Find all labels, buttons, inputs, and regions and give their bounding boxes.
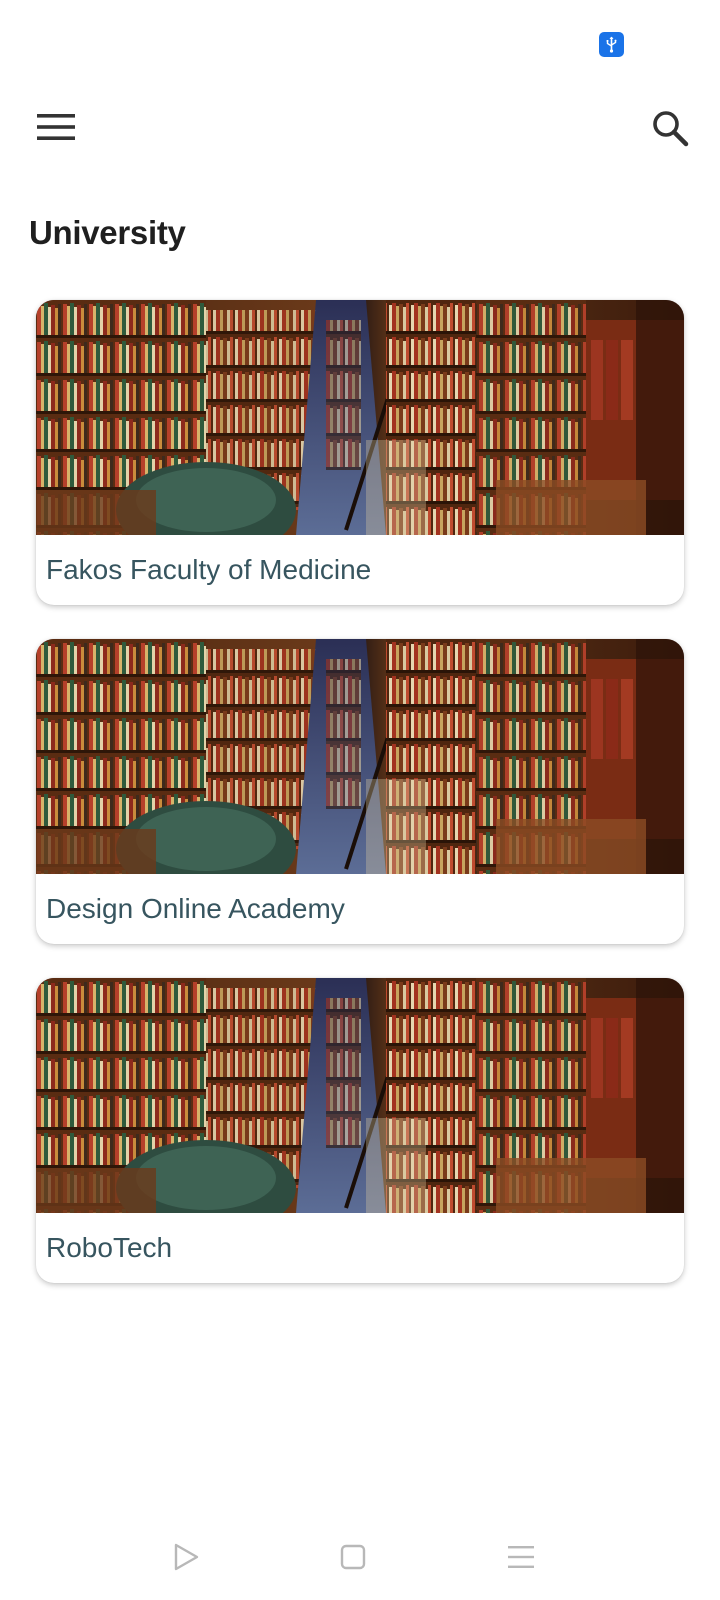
library-bookshelves-image xyxy=(36,978,684,1213)
usb-icon xyxy=(599,32,624,57)
app-bar xyxy=(0,90,720,162)
university-name: RoboTech xyxy=(46,1232,173,1263)
library-bookshelves-image xyxy=(36,300,684,535)
home-square-icon[interactable] xyxy=(331,1535,375,1579)
university-list: Fakos Faculty of Medicine Design Online … xyxy=(36,300,684,1317)
page-title: University xyxy=(29,214,186,251)
library-bookshelves-image xyxy=(36,639,684,874)
university-card[interactable]: Design Online Academy xyxy=(36,639,684,944)
recents-menu-icon[interactable] xyxy=(499,1535,543,1579)
status-bar xyxy=(0,0,720,80)
university-card[interactable]: RoboTech xyxy=(36,978,684,1283)
university-name: Design Online Academy xyxy=(46,893,345,924)
hamburger-menu-icon[interactable] xyxy=(26,102,86,152)
system-nav-bar xyxy=(0,1515,720,1600)
university-card[interactable]: Fakos Faculty of Medicine xyxy=(36,300,684,605)
back-triangle-icon[interactable] xyxy=(164,1535,208,1579)
university-name: Fakos Faculty of Medicine xyxy=(46,554,372,585)
search-icon[interactable] xyxy=(640,100,700,156)
